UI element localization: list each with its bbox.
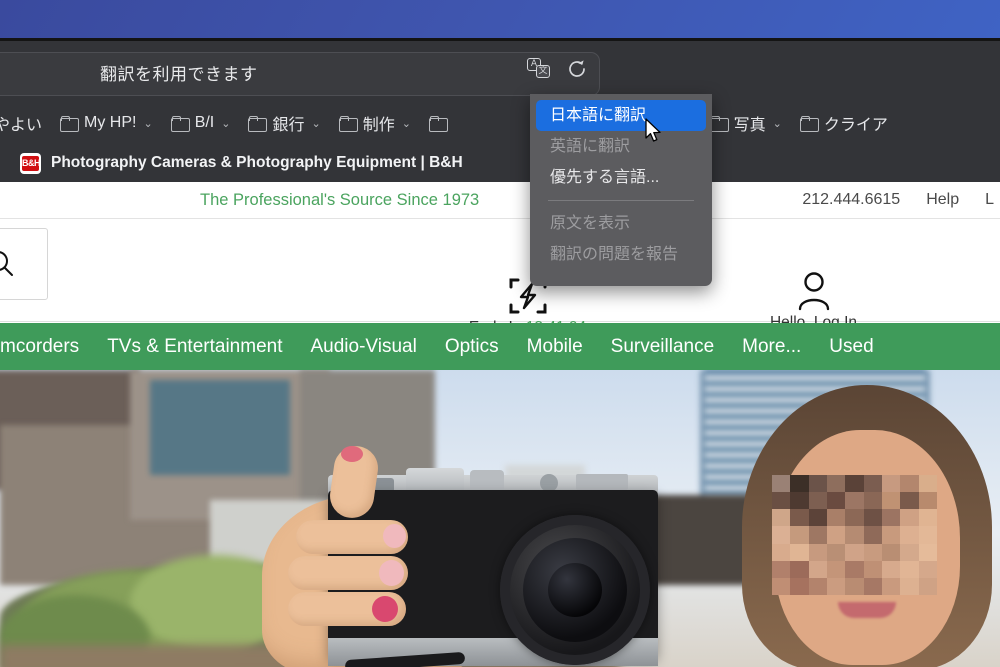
help-link[interactable]: Help (926, 191, 959, 209)
folder-icon (170, 116, 190, 132)
chevron-down-icon: ⌄ (143, 117, 153, 130)
face-pixelation-mask (772, 475, 937, 595)
desktop-background (0, 0, 1000, 41)
bookmark-label: やよい (0, 117, 43, 134)
bookmark-label: B/I (194, 114, 215, 131)
fingernail (383, 524, 406, 548)
live-chat-link[interactable]: L (985, 191, 994, 209)
nav-item-tvs-entertainment[interactable]: TVs & Entertainment (93, 336, 296, 358)
camera-hotshoe (576, 474, 628, 490)
nav-item-camcorders[interactable]: mcorders (0, 336, 93, 358)
bookmark-item[interactable]: 写真 ⌄ (701, 107, 791, 139)
nav-item-audio-visual[interactable]: Audio-Visual (296, 336, 430, 358)
bh-favicon: B&H (20, 152, 41, 174)
tab-title: Photography Cameras & Photography Equipm… (51, 154, 463, 171)
folder-icon (60, 116, 80, 132)
bookmark-label: 制作 (362, 117, 395, 134)
translate-infobar-title: 翻訳を利用できます (100, 65, 258, 84)
bookmark-item[interactable]: 銀行 ⌄ (239, 107, 329, 139)
menu-item-report-translation-issue[interactable]: 翻訳の問題を報告 (536, 239, 706, 270)
translate-infobar-actions: A 文 (527, 58, 587, 80)
phone-number[interactable]: 212.444.6615 (802, 191, 900, 209)
fingernail (341, 446, 363, 462)
bookmarks-bar: やよい My HP! ⌄ B/I ⌄ 銀行 ⌄ 制作 ⌄ FP (0, 102, 1000, 144)
bookmark-item[interactable]: やよい (0, 107, 51, 139)
folder-icon (428, 116, 448, 132)
menu-item-show-original[interactable]: 原文を表示 (536, 208, 706, 239)
translate-infobar-panel[interactable] (0, 52, 600, 96)
nav-item-optics[interactable]: Optics (431, 336, 513, 358)
site-header: Ends In 13:41:04 Deal Zone Hello, Log In… (0, 219, 1000, 361)
camera-lens-inner (548, 563, 602, 617)
hero-banner[interactable]: FUJ Sho (0, 370, 1000, 667)
menu-item-translate-english[interactable]: 英語に翻訳 (536, 131, 706, 162)
browser-tab[interactable]: B&H Photography Cameras & Photography Eq… (0, 144, 463, 182)
bookmark-item[interactable]: My HP! ⌄ (51, 110, 162, 136)
bookmark-label: 銀行 (272, 117, 305, 134)
chevron-down-icon: ⌄ (311, 117, 321, 130)
screenshot-root: 翻訳を利用できます A 文 やよい My HP! ⌄ B/I ⌄ 銀行 ⌄ 制作… (0, 0, 1000, 667)
site-tagline: The Professional's Source Since 1973 (200, 191, 480, 209)
nav-item-surveillance[interactable]: Surveillance (597, 336, 729, 358)
bookmark-item[interactable] (420, 112, 462, 134)
mouse-cursor (645, 118, 663, 144)
search-button[interactable] (0, 228, 48, 300)
menu-separator (548, 200, 694, 201)
nav-item-mobile[interactable]: Mobile (513, 336, 597, 358)
woman-mouth (838, 602, 896, 618)
account-icon (726, 269, 901, 313)
chevron-down-icon: ⌄ (401, 117, 411, 130)
nav-item-more[interactable]: More... (728, 336, 815, 358)
chevron-down-icon: ⌄ (772, 117, 782, 130)
web-page: The Professional's Source Since 1973 212… (0, 182, 1000, 667)
bookmark-item[interactable]: 制作 ⌄ (330, 107, 420, 139)
search-icon (0, 251, 13, 276)
building-shape (150, 380, 290, 475)
menu-item-translate-japanese[interactable]: 日本語に翻訳 (536, 100, 706, 131)
fingernail (372, 596, 398, 622)
bookmark-label: 写真 (733, 117, 766, 134)
folder-icon (338, 116, 358, 132)
utility-links: 212.444.6615 Help L (802, 191, 1000, 209)
folder-icon (709, 116, 729, 132)
nav-item-used[interactable]: Used (815, 336, 887, 358)
folder-icon (799, 116, 819, 132)
translate-dropdown-menu: 日本語に翻訳 英語に翻訳 優先する言語... 原文を表示 翻訳の問題を報告 (530, 94, 712, 286)
menu-item-preferred-languages[interactable]: 優先する言語... (536, 162, 706, 193)
fingernail (379, 560, 404, 586)
bh-favicon-label: B&H (22, 155, 41, 171)
main-nav: mcorders TVs & Entertainment Audio-Visua… (0, 323, 1000, 370)
bookmark-label: My HP! (84, 114, 137, 131)
reload-icon[interactable] (567, 59, 587, 79)
chevron-down-icon: ⌄ (221, 117, 231, 130)
translate-icon[interactable]: A 文 (527, 58, 553, 80)
bookmark-label: クライア (823, 117, 888, 134)
folder-icon (248, 116, 268, 132)
bookmark-item[interactable]: B/I ⌄ (162, 110, 240, 136)
bookmark-item[interactable]: クライア (791, 107, 897, 139)
